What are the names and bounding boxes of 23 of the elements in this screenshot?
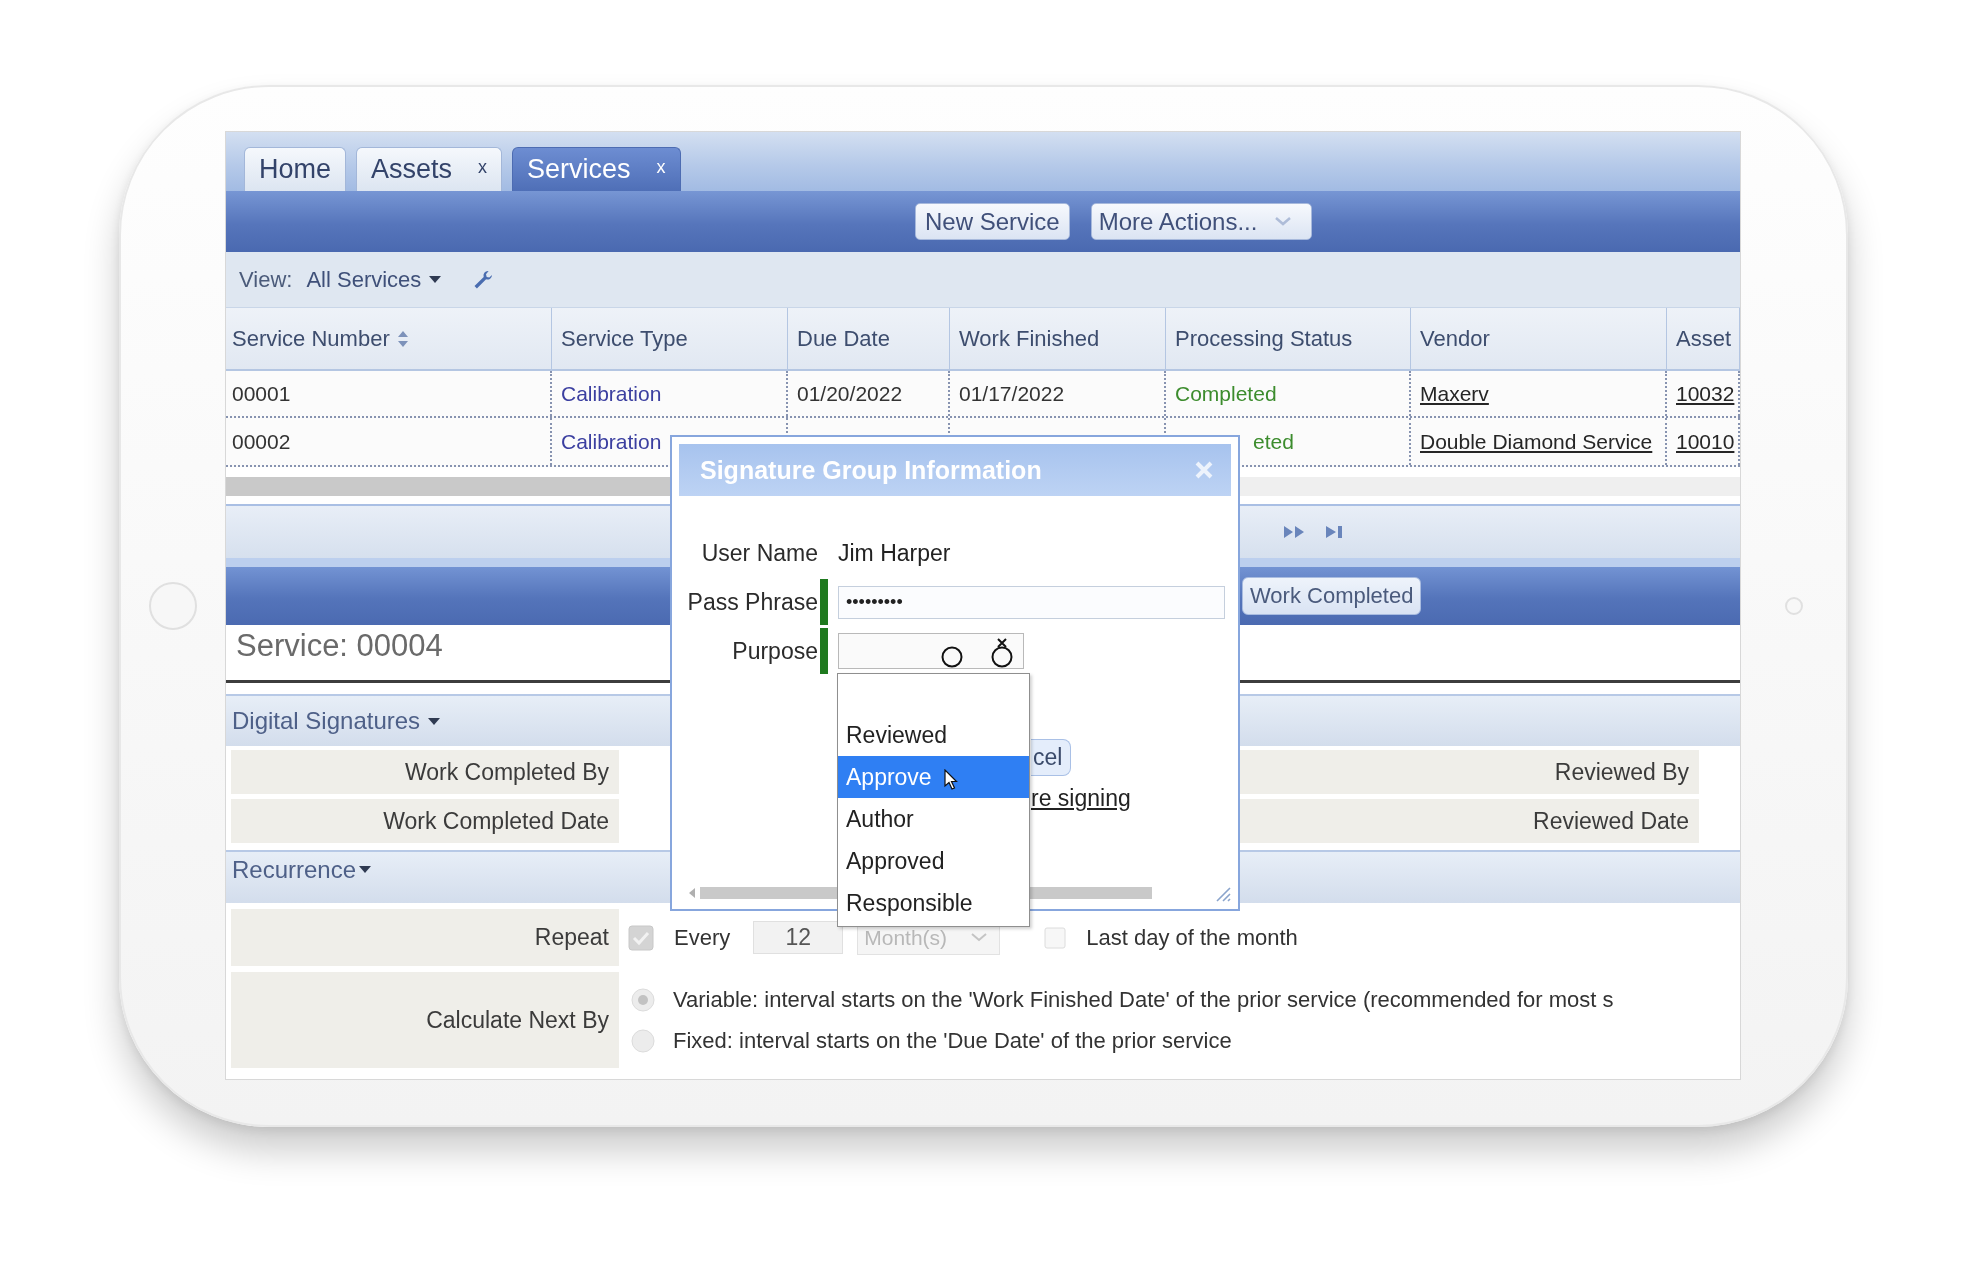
field-label: Calculate Next By	[231, 972, 619, 1068]
radio-label: Variable: interval starts on the 'Work Finished Date' of the prior service (recommended for most s	[673, 986, 1614, 1013]
table-text: 00001	[232, 381, 291, 406]
status-text: Completed	[1175, 381, 1277, 406]
table-text: 01/20/2022	[797, 381, 903, 406]
service-type-text: Calibration	[561, 381, 662, 406]
table-text: 00002	[232, 429, 291, 454]
table-text: 01/17/2022	[959, 381, 1065, 406]
field-label: Pass Phrase	[687, 588, 818, 616]
every-label: Every	[674, 924, 731, 951]
dialog-title: Signature Group Information	[700, 455, 1042, 485]
field-label: Work Completed By	[231, 750, 619, 794]
record-title: Service: 00004	[236, 627, 443, 664]
field-label: Work Completed Date	[231, 799, 619, 843]
service-type-text: Calibration	[561, 429, 662, 454]
field-value: Jim Harper	[838, 539, 951, 567]
status-text: eted	[1253, 429, 1294, 454]
field-label: User Name	[701, 539, 818, 567]
field-label: Purpose	[732, 637, 818, 665]
view-label: View:	[239, 266, 293, 293]
field-label: Repeat	[231, 909, 619, 966]
checkbox-label: Last day of the month	[1086, 924, 1298, 951]
radio-label: Fixed: interval starts on the 'Due Date' of the prior service	[673, 1027, 1232, 1054]
